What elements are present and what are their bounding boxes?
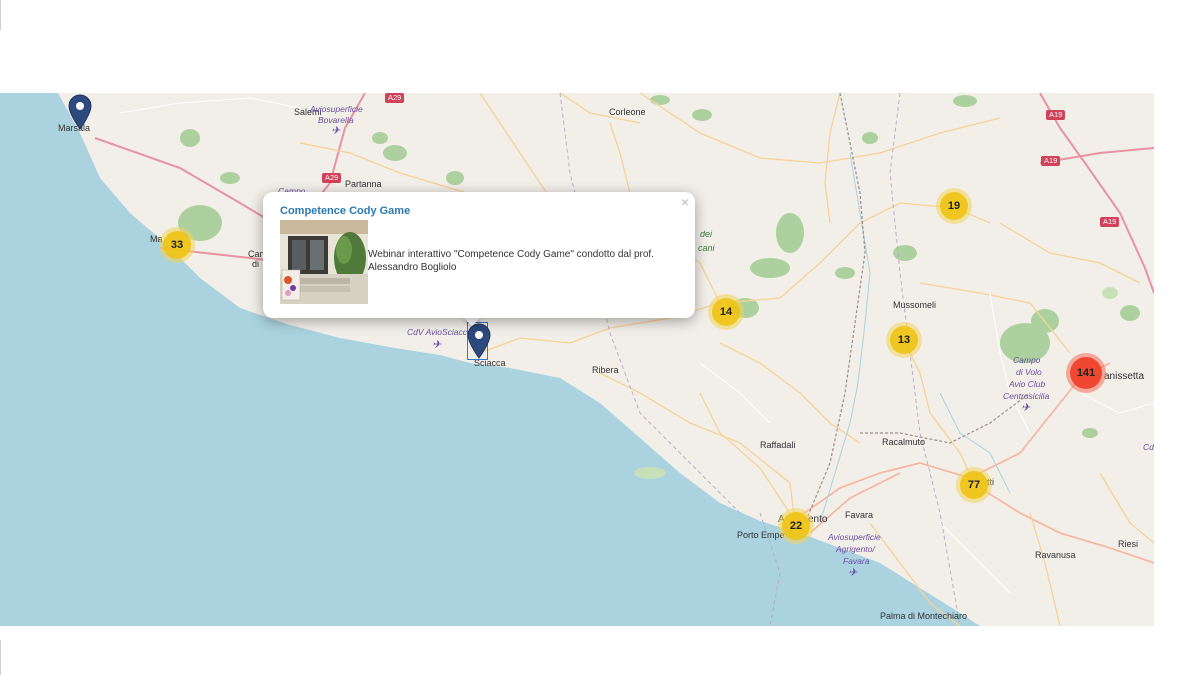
airplane-icon: ✈ — [848, 567, 858, 579]
place-ribera: Ribera — [592, 365, 619, 375]
place-favara: Favara — [845, 510, 874, 520]
map-tiles — [0, 93, 1154, 626]
airfield-agrigento-line3: Favara — [843, 556, 870, 566]
road-shield-a19-right: A19 — [1100, 217, 1120, 227]
airfield-centrosicilia-line2: di Volo — [1016, 367, 1042, 377]
cluster-count: 141 — [1070, 357, 1102, 389]
airfield-agrigento-line2: Agrigento/ — [836, 544, 875, 554]
cluster-count: 77 — [960, 471, 988, 499]
airplane-icon: ✈ — [331, 125, 341, 137]
building-photo-icon — [280, 220, 368, 304]
marker-cluster-33[interactable]: 33 — [159, 227, 195, 263]
place-porto-empedocle: Porto Empe — [737, 530, 785, 540]
map-pin-icon — [68, 94, 92, 130]
place-riesi: Riesi — [1118, 539, 1139, 549]
airfield-avio-sciacca: CdV AvioSciacca — [407, 327, 472, 337]
popup-title-link[interactable]: Competence Cody Game — [280, 205, 410, 217]
airfield-centrosicilia-line4: Centrosicilia — [1003, 391, 1050, 401]
road-shield-a29: A29 — [322, 173, 342, 183]
cluster-count: 14 — [712, 298, 740, 326]
label-cd-right: Cd — [1143, 442, 1154, 452]
map-pin-marsala[interactable] — [68, 94, 92, 130]
map-pin-sciacca[interactable] — [467, 323, 491, 359]
airfield-agrigento-line1: Aviosuperficie — [828, 532, 881, 542]
place-palma-di-montechiaro: Palma di Montechiaro — [880, 611, 968, 621]
road-shield-a19-top: A19 — [1046, 110, 1066, 120]
place-raffadali: Raffadali — [760, 440, 796, 450]
marker-cluster-19[interactable]: 19 — [936, 188, 972, 224]
close-icon[interactable]: × — [681, 194, 689, 210]
place-corleone: Corleone — [609, 107, 646, 117]
cluster-count: 19 — [940, 192, 968, 220]
road-shield-a19-mid: A19 — [1041, 156, 1061, 166]
marker-cluster-22[interactable]: 22 — [778, 508, 814, 544]
page-edge-bottom — [0, 640, 1, 675]
cluster-count: 33 — [163, 231, 191, 259]
airfield-centrosicilia-line3: Avio Club — [1009, 379, 1046, 389]
airplane-icon: ✈ — [1021, 402, 1031, 414]
map-viewport[interactable]: A29 A29 A19 A19 A19 Marsala Salemi Corle… — [0, 93, 1154, 626]
label-dei: dei — [700, 229, 713, 239]
marker-cluster-141[interactable]: 141 — [1066, 353, 1106, 393]
popup-description: Webinar interattivo "Competence Cody Gam… — [368, 249, 654, 273]
label-cani: cani — [698, 243, 715, 253]
place-racalmuto: Racalmuto — [882, 437, 926, 447]
place-ravanusa: Ravanusa — [1035, 550, 1076, 560]
marker-popup: × Competence Cody Game Webinar interatti… — [263, 192, 695, 318]
airplane-icon: ✈ — [432, 339, 442, 351]
marker-cluster-77[interactable]: 77 — [956, 467, 992, 503]
place-mussomeli: Mussomeli — [893, 300, 937, 310]
road-shield-a29-top: A29 — [385, 93, 405, 103]
airfield-bovarella-line1: Aviosuperficie — [310, 104, 363, 114]
place-di: di — [252, 259, 260, 269]
cluster-count: 22 — [782, 512, 810, 540]
place-caltanissetta: anissetta — [1104, 371, 1145, 382]
marker-cluster-13[interactable]: 13 — [886, 322, 922, 358]
airfield-centrosicilia-line1: Campo — [1013, 355, 1041, 365]
place-partanna: Partanna — [345, 179, 382, 189]
marker-cluster-14[interactable]: 14 — [708, 294, 744, 330]
cluster-count: 13 — [890, 326, 918, 354]
popup-thumbnail[interactable] — [280, 220, 368, 304]
map-pin-icon — [467, 323, 491, 359]
page-edge-top — [0, 0, 1, 30]
